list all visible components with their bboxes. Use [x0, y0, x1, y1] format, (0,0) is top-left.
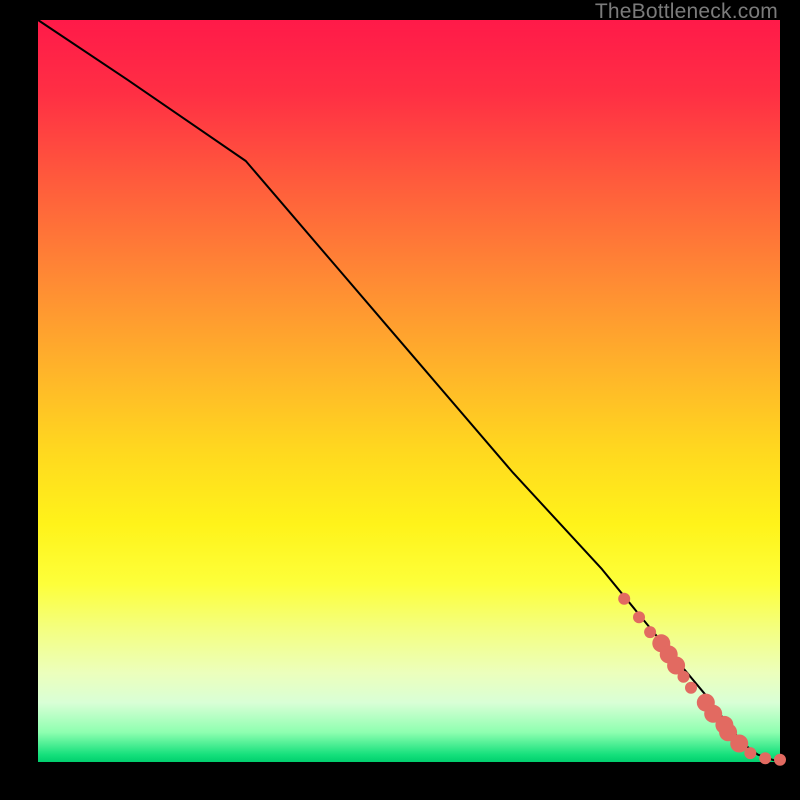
marker-point — [633, 611, 645, 623]
marker-point — [685, 682, 697, 694]
marker-point — [744, 747, 756, 759]
marker-point — [774, 754, 786, 766]
marker-point — [678, 671, 690, 683]
marker-point — [759, 752, 771, 764]
marker-point — [644, 626, 656, 638]
chart-stage: TheBottleneck.com — [0, 0, 800, 800]
marker-point — [618, 593, 630, 605]
markers-group — [618, 593, 786, 766]
plot-area — [38, 20, 780, 762]
chart-svg — [38, 20, 780, 762]
